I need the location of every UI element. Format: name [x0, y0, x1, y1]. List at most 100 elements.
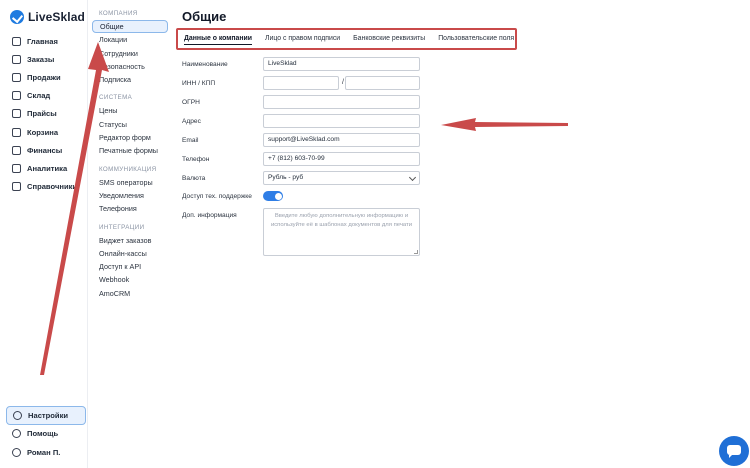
ogrn-label: ОГРН	[182, 99, 200, 106]
tab-signatory[interactable]: Лицо с правом подписи	[265, 33, 340, 45]
trash-icon	[12, 127, 21, 137]
submenu-group-system: СИСТЕМА Цены Статусы Редактор форм Печат…	[92, 94, 168, 157]
submenu-group-integrations: ИНТЕГРАЦИИ Виджет заказов Онлайн-кассы Д…	[92, 224, 168, 300]
submenu-heading: ИНТЕГРАЦИИ	[99, 223, 145, 231]
nav-item-label: Склад	[27, 91, 51, 101]
nav-item-label: Настройки	[28, 410, 69, 420]
box-icon	[12, 91, 21, 101]
ogrn-input[interactable]	[263, 95, 420, 109]
logo[interactable]: LiveSklad	[10, 10, 85, 24]
inn-kpp-label: ИНН / КПП	[182, 80, 216, 87]
submenu-item-general[interactable]: Общие	[92, 20, 168, 34]
nav-item-profile[interactable]: Роман П.	[6, 443, 86, 462]
submenu-heading: КОМПАНИЯ	[99, 10, 138, 17]
settings-submenu: КОМПАНИЯ Общие Локации Сотрудники Безопа…	[92, 6, 168, 308]
support-access-toggle[interactable]	[263, 191, 283, 201]
submenu-item-amocrm[interactable]: AmoCRM	[92, 287, 168, 300]
nav-item-label: Роман П.	[27, 447, 61, 457]
nav-item-settings[interactable]: Настройки	[6, 406, 86, 425]
submenu-item-telephony[interactable]: Телефония	[92, 202, 168, 215]
page-title: Общие	[182, 9, 227, 24]
nav-item-directories[interactable]: Справочники	[6, 178, 86, 196]
logo-check-icon	[10, 10, 24, 24]
address-input[interactable]	[263, 114, 420, 128]
tab-custom-fields[interactable]: Пользовательские поля	[438, 33, 514, 45]
wallet-icon	[12, 145, 21, 155]
submenu-item-online-kassa[interactable]: Онлайн-кассы	[92, 247, 168, 260]
nav-item-warehouse[interactable]: Склад	[6, 87, 86, 105]
phone-input[interactable]: +7 (812) 603-70-99	[263, 152, 420, 166]
nav-item-prices[interactable]: Прайсы	[6, 105, 86, 123]
gear-icon	[13, 410, 22, 420]
submenu-group-company: КОМПАНИЯ Общие Локации Сотрудники Безопа…	[92, 10, 168, 86]
submenu-item-prices[interactable]: Цены	[92, 104, 168, 117]
extra-info-textarea[interactable]: Введите любую дополнительную информацию …	[263, 208, 420, 256]
extra-info-placeholder: Введите любую дополнительную информацию …	[270, 213, 413, 228]
nav-bottom: Настройки Помощь Роман П.	[6, 406, 86, 462]
extra-info-label: Доп. информация	[182, 212, 237, 219]
annotation-arrow-left	[441, 118, 568, 131]
nav-item-label: Финансы	[27, 145, 63, 155]
logo-text: LiveSklad	[28, 10, 85, 24]
nav-item-label: Корзина	[27, 127, 59, 137]
email-input[interactable]: support@LiveSklad.com	[263, 133, 420, 147]
nav-item-help[interactable]: Помощь	[6, 425, 86, 444]
submenu-item-webhook[interactable]: Webhook	[92, 273, 168, 286]
chevron-down-icon	[408, 173, 417, 182]
name-label: Наименование	[182, 61, 228, 68]
tab-bank-details[interactable]: Банковские реквизиты	[353, 33, 425, 45]
email-label: Email	[182, 137, 199, 144]
support-access-label: Доступ тех. поддержке	[182, 193, 252, 200]
submenu-heading: СИСТЕМА	[99, 94, 133, 102]
submenu-item-sms[interactable]: SMS операторы	[92, 176, 168, 189]
submenu-item-print-forms[interactable]: Печатные формы	[92, 144, 168, 157]
currency-label: Валюта	[182, 175, 206, 182]
main-nav: Главная Заказы Продажи Склад Прайсы Корз…	[6, 32, 86, 196]
nav-item-home[interactable]: Главная	[6, 32, 86, 50]
submenu-item-api-access[interactable]: Доступ к API	[92, 260, 168, 273]
submenu-heading: КОММУНИКАЦИЯ	[99, 165, 157, 173]
cart-icon	[12, 72, 21, 82]
nav-item-label: Продажи	[27, 72, 61, 82]
chart-icon	[12, 163, 21, 173]
submenu-item-statuses[interactable]: Статусы	[92, 118, 168, 131]
submenu-group-communication: КОММУНИКАЦИЯ SMS операторы Уведомления Т…	[92, 166, 168, 216]
currency-select[interactable]: Рубль - руб	[263, 171, 420, 185]
submenu-item-form-editor[interactable]: Редактор форм	[92, 131, 168, 144]
nav-item-orders[interactable]: Заказы	[6, 50, 86, 68]
submenu-item-subscription[interactable]: Подписка	[92, 73, 168, 86]
nav-item-label: Аналитика	[27, 163, 68, 173]
nav-item-label: Заказы	[27, 54, 55, 64]
nav-item-sales[interactable]: Продажи	[6, 68, 86, 86]
nav-item-label: Справочники	[27, 182, 78, 192]
nav-item-label: Главная	[27, 36, 58, 46]
resize-handle-icon[interactable]	[414, 250, 418, 254]
submenu-item-security[interactable]: Безопасность	[92, 60, 168, 73]
submenu-item-locations[interactable]: Локации	[92, 33, 168, 46]
help-icon	[12, 429, 21, 439]
price-tag-icon	[12, 109, 21, 119]
orders-icon	[12, 54, 21, 64]
nav-item-finance[interactable]: Финансы	[6, 141, 86, 159]
nav-item-analytics[interactable]: Аналитика	[6, 159, 86, 177]
user-icon	[12, 447, 21, 457]
tab-bar: Данные о компании Лицо с правом подписи …	[176, 28, 517, 50]
name-input[interactable]: LiveSklad	[263, 57, 420, 71]
home-icon	[12, 36, 21, 46]
nav-item-label: Помощь	[27, 429, 59, 439]
book-icon	[12, 182, 21, 192]
currency-value: Рубль - руб	[268, 174, 304, 181]
nav-item-label: Прайсы	[27, 109, 57, 119]
submenu-item-notifications[interactable]: Уведомления	[92, 189, 168, 202]
chat-bubble-icon	[727, 445, 741, 458]
main-sidebar: LiveSklad Главная Заказы Продажи Склад П…	[0, 0, 88, 468]
submenu-item-employees[interactable]: Сотрудники	[92, 47, 168, 60]
kpp-input[interactable]	[345, 76, 420, 90]
tab-company-data[interactable]: Данные о компании	[184, 33, 253, 45]
submenu-item-order-widget[interactable]: Виджет заказов	[92, 234, 168, 247]
phone-label: Телефон	[182, 156, 210, 163]
inn-kpp-separator: /	[342, 79, 344, 86]
inn-input[interactable]	[263, 76, 339, 90]
nav-item-basket[interactable]: Корзина	[6, 123, 86, 141]
chat-support-button[interactable]	[719, 436, 749, 466]
